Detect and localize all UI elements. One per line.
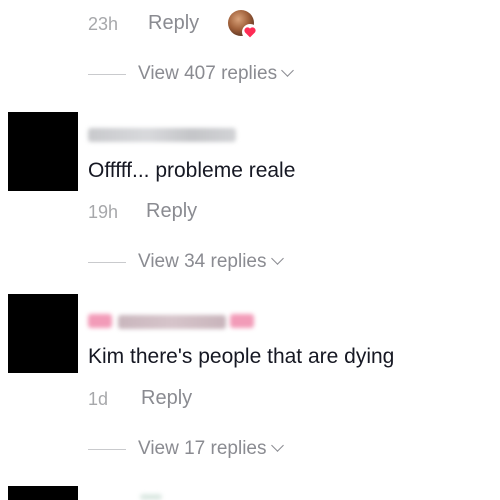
emoji-blurred <box>230 314 254 328</box>
reply-button[interactable]: Reply <box>146 200 197 223</box>
emoji-blurred <box>88 314 112 328</box>
avatar[interactable] <box>8 486 78 500</box>
creator-liked-avatar <box>228 10 258 40</box>
replies-divider <box>88 262 126 263</box>
username-blurred[interactable] <box>88 312 256 330</box>
comment-time: 1d <box>88 389 109 409</box>
reply-button[interactable]: Reply <box>141 387 192 410</box>
view-replies-label: View 34 replies <box>138 251 267 272</box>
view-replies-label: View 407 replies <box>138 63 278 84</box>
chevron-down-icon <box>281 64 294 77</box>
comment-text: Kim there's people that are dying <box>88 345 395 368</box>
username-blurred[interactable] <box>88 128 236 142</box>
view-replies-button[interactable]: View 17 replies <box>138 438 284 460</box>
comment-time: 19h <box>88 202 119 222</box>
view-replies-button[interactable]: View 407 replies <box>138 63 294 85</box>
replies-divider <box>88 449 126 450</box>
comment-text: Offfff... probleme reale <box>88 159 296 182</box>
reply-button[interactable]: Reply <box>148 12 199 35</box>
view-replies-button[interactable]: View 34 replies <box>138 251 284 273</box>
chevron-down-icon <box>270 252 284 265</box>
name-blurred <box>118 315 226 329</box>
heart-icon <box>242 24 258 40</box>
comment-time: 23h <box>88 14 119 34</box>
replies-divider <box>88 74 126 75</box>
avatar[interactable] <box>8 294 78 373</box>
avatar[interactable] <box>8 112 78 191</box>
username-blurred[interactable] <box>140 494 162 500</box>
view-replies-label: View 17 replies <box>138 438 267 459</box>
chevron-down-icon <box>270 439 284 452</box>
